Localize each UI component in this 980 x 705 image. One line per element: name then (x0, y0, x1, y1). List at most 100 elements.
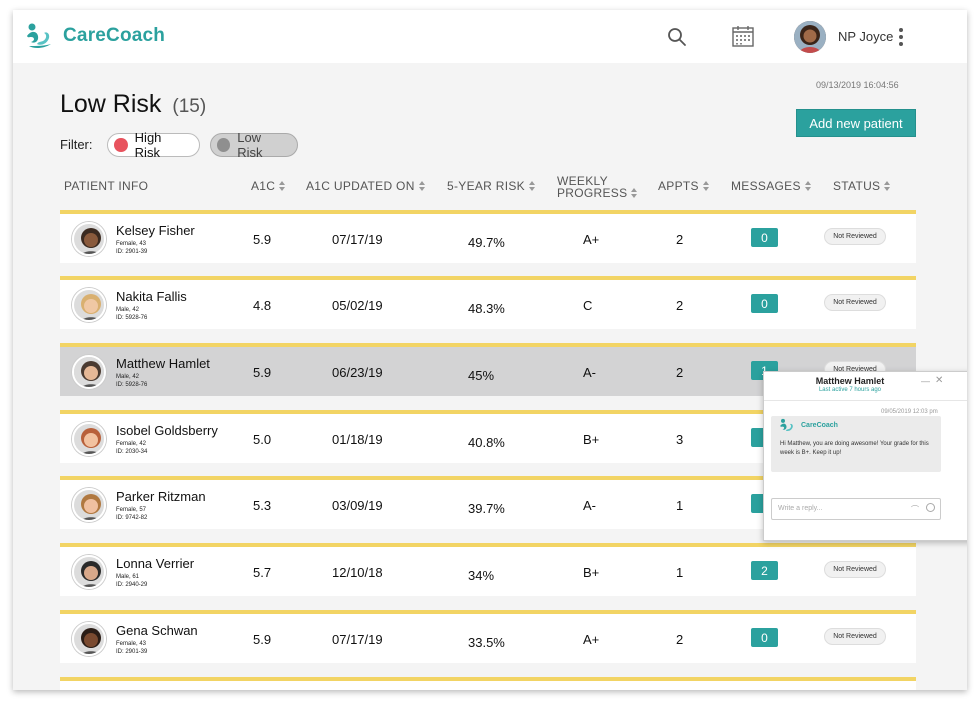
patient-details: Female, 42 ID: 2030-34 (116, 440, 147, 456)
messages-badge[interactable]: 0 (751, 228, 778, 247)
chat-message-text: Hi Matthew, you are doing awesome! Your … (780, 441, 929, 456)
app-logo[interactable]: CareCoach (25, 22, 165, 50)
filter-low-risk-chip[interactable]: Low Risk (210, 130, 298, 160)
column-header-status[interactable]: STATUS (833, 179, 891, 193)
a1c-updated-date: 07/17/19 (332, 232, 383, 247)
column-header-appts[interactable]: APPTS (658, 179, 710, 193)
search-icon (668, 28, 686, 46)
appointments-count: 3 (676, 432, 684, 447)
calendar-icon (732, 26, 754, 47)
appointments-count: 2 (676, 365, 684, 380)
patient-id: ID: 2030-34 (116, 449, 148, 455)
carecoach-logo-icon (27, 23, 51, 49)
weekly-progress-grade: A+ (583, 232, 600, 247)
patient-count: (15) (172, 96, 207, 117)
column-header-label: WEEKLY PROGRESS (557, 175, 627, 199)
five-year-risk-value: 34% (468, 568, 495, 583)
table-row[interactable]: Lonna Verrier Male, 61 ID: 2940-29 5.7 12/10… (60, 543, 916, 596)
chat-popup: Matthew Hamlet Last active 7 hours ago —… (763, 371, 967, 541)
status-badge[interactable]: Not Reviewed (824, 628, 886, 645)
carecoach-logo-icon (780, 418, 793, 431)
messages-badge[interactable]: 0 (751, 294, 778, 313)
patient-gender-age: Male, 61 (116, 574, 140, 580)
emoji-icon[interactable] (926, 503, 935, 512)
patient-name[interactable]: Isobel Goldsberry (116, 423, 218, 438)
patient-avatar-image (74, 490, 104, 520)
column-header-messages[interactable]: MESSAGES (731, 179, 812, 193)
table-row[interactable]: Gena Schwan Female, 43 ID: 2901-39 5.9 07/17… (60, 610, 916, 663)
weekly-progress-grade: A- (583, 498, 596, 513)
patient-id: ID: 2940-29 (116, 582, 148, 588)
app-name: CareCoach (63, 25, 166, 46)
patient-avatar[interactable] (72, 555, 106, 589)
messages-badge[interactable]: 2 (751, 561, 778, 580)
attachment-icon[interactable]: ⌒ (911, 504, 919, 515)
filter-label: Filter: (60, 137, 93, 152)
sort-icon (884, 181, 891, 191)
status-badge[interactable]: Not Reviewed (824, 228, 886, 245)
patient-details: Male, 42 ID: 5928-76 (116, 373, 147, 389)
column-header-label: STATUS (833, 179, 881, 193)
patient-name[interactable]: Gena Schwan (116, 623, 198, 638)
a1c-updated-date: 06/23/19 (332, 365, 383, 380)
column-header-label: A1C (251, 179, 276, 193)
user-avatar-image (794, 21, 826, 53)
top-bar: CareCoach NP Joyce (13, 10, 967, 63)
column-header-label: PATIENT INFO (64, 179, 149, 193)
appointments-count: 1 (676, 565, 684, 580)
app-window: CareCoach NP Joyce 09/13/2019 16:04:56 L… (13, 10, 967, 690)
filter-high-risk-label: High Risk (134, 130, 162, 160)
column-header-a1c-updated[interactable]: A1C UPDATED ON (306, 179, 426, 193)
patient-avatar[interactable] (72, 622, 106, 656)
patient-avatar[interactable] (72, 355, 106, 389)
patient-gender-age: Male, 42 (116, 374, 140, 380)
filter-high-risk-chip[interactable]: High Risk (107, 130, 200, 160)
weekly-progress-grade: A- (583, 365, 596, 380)
messages-badge[interactable]: 0 (751, 628, 778, 647)
table-row[interactable]: Nakita Fallis Male, 42 ID: 5928-76 4.8 05/02… (60, 276, 916, 329)
patient-name[interactable]: Parker Ritzman (116, 489, 206, 504)
chat-reply-input[interactable]: Write a reply... ⌒ (771, 498, 941, 520)
patient-details: Male, 61 ID: 2940-29 (116, 573, 147, 589)
column-header-label-line-2: PROGRESS (557, 186, 628, 200)
search-button[interactable] (667, 27, 687, 52)
patient-gender-age: Female, 43 (116, 641, 147, 647)
minimize-icon[interactable]: — (921, 376, 930, 386)
patient-avatar[interactable] (72, 422, 106, 456)
patient-name[interactable]: Nakita Fallis (116, 289, 187, 304)
page-title-text: Low Risk (60, 90, 162, 118)
patient-id: ID: 2901-39 (116, 649, 148, 655)
patient-avatar-image (74, 557, 104, 587)
patient-name[interactable]: Matthew Hamlet (116, 356, 210, 371)
close-icon[interactable]: ✕ (935, 375, 943, 386)
a1c-value: 5.9 (253, 232, 272, 247)
column-header-5-year-risk[interactable]: 5-YEAR RISK (447, 179, 536, 193)
patient-name[interactable]: Lonna Verrier (116, 556, 194, 571)
column-header-patient-info[interactable]: PATIENT INFO (64, 179, 148, 193)
patient-avatar[interactable] (72, 222, 106, 256)
a1c-value: 5.9 (253, 632, 272, 647)
patient-name[interactable]: Kelsey Fisher (116, 223, 195, 238)
calendar-button[interactable] (731, 24, 755, 53)
patient-avatar[interactable] (72, 288, 106, 322)
sort-icon (631, 188, 638, 198)
user-name[interactable]: NP Joyce (838, 29, 893, 44)
user-avatar[interactable] (794, 21, 826, 53)
table-row[interactable]: Kelsey Fisher Female, 43 ID: 2901-39 5.9 07/… (60, 210, 916, 263)
sort-icon (529, 181, 536, 191)
table-row[interactable] (60, 677, 916, 690)
column-header-a1c[interactable]: A1C (251, 179, 286, 193)
patient-details: Female, 43 ID: 2901-39 (116, 640, 147, 656)
patient-id: ID: 2901-39 (116, 249, 148, 255)
five-year-risk-value: 45% (468, 368, 495, 383)
patient-details: Male, 42 ID: 5928-76 (116, 306, 147, 322)
status-badge[interactable]: Not Reviewed (824, 294, 886, 311)
appointments-count: 2 (676, 298, 684, 313)
status-badge[interactable]: Not Reviewed (824, 561, 886, 578)
add-new-patient-button[interactable]: Add new patient (796, 109, 916, 137)
patient-avatar[interactable] (72, 488, 106, 522)
column-header-weekly-progress[interactable]: WEEKLY PROGRESS (557, 175, 638, 199)
weekly-progress-grade: B+ (583, 565, 600, 580)
patient-id: ID: 5928-76 (116, 315, 148, 321)
more-options-icon[interactable] (898, 28, 904, 46)
